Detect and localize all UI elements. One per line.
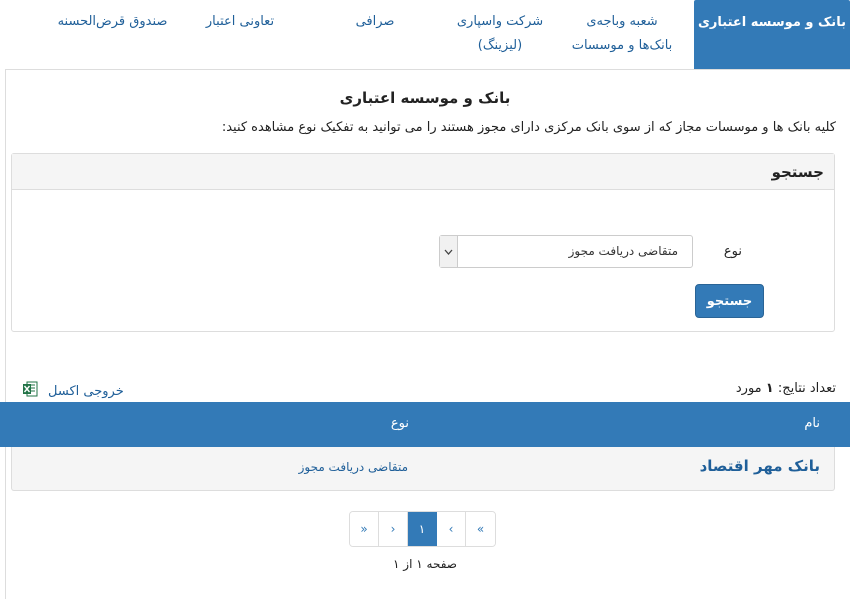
search-button[interactable]: جستجو <box>695 284 764 318</box>
tab-label: صرافی <box>355 14 395 29</box>
pagination-info: صفحه ۱ از ۱ <box>393 557 457 571</box>
type-label: نوع <box>723 244 742 259</box>
excel-export-link[interactable]: خروجی اکسل <box>22 381 124 401</box>
tab-exchange[interactable]: صرافی <box>340 0 410 69</box>
tab-label-line2: بانک‌ها و موسسات <box>571 38 673 53</box>
table-row: بانک مهر اقتصاد متقاضی دریافت مجوز <box>11 447 835 491</box>
search-panel-header: جستجو <box>12 154 834 190</box>
pagination-current-page[interactable]: ۱ <box>408 512 437 546</box>
pagination-prev-button[interactable]: ‹ <box>437 512 466 546</box>
result-count-label: تعداد نتایج: <box>777 381 836 396</box>
results-table-header: نام نوع <box>0 402 850 447</box>
type-select[interactable]: متقاضی دریافت مجوز <box>439 235 693 268</box>
pagination-next-button[interactable]: › <box>379 512 408 546</box>
tab-loan-fund[interactable]: صندوق قرض‌الحسنه <box>50 0 175 69</box>
pagination-first-button[interactable]: « <box>466 512 495 546</box>
tab-bar: بانک و موسسه اعتباری شعبه وباجه‌ی بانک‌ه… <box>0 0 850 69</box>
tab-label-line2: (لیزینگ) <box>477 38 523 53</box>
row-name-link[interactable]: بانک مهر اقتصاد <box>700 457 820 475</box>
tab-label: صندوق قرض‌الحسنه <box>57 14 168 29</box>
tab-leasing[interactable]: شرکت واسپاری (لیزینگ) <box>448 0 552 69</box>
result-count: تعداد نتایج: ۱ مورد <box>736 381 836 396</box>
page-description: کلیه بانک ها و موسسات مجاز که از سوی بان… <box>221 120 836 135</box>
pagination-last-button[interactable]: » <box>350 512 379 546</box>
tab-label: شعبه وباجه‌ی <box>586 14 658 29</box>
tab-label: تعاونی اعتبار <box>205 14 275 29</box>
pagination: » › ۱ ‹ « <box>349 511 496 547</box>
tab-branches[interactable]: شعبه وباجه‌ی بانک‌ها و موسسات <box>552 0 692 69</box>
row-type: متقاضی دریافت مجوز <box>298 460 408 474</box>
excel-export-label[interactable]: خروجی اکسل <box>48 384 124 399</box>
tab-label: شرکت واسپاری <box>456 14 544 29</box>
result-count-value: ۱ <box>765 381 774 396</box>
excel-icon[interactable] <box>22 381 38 401</box>
chevron-down-icon[interactable] <box>440 236 458 267</box>
page-title: بانک و موسسه اعتباری <box>339 89 511 107</box>
type-select-value: متقاضی دریافت مجوز <box>568 244 678 258</box>
column-header-type[interactable]: نوع <box>391 416 409 431</box>
search-panel: جستجو نوع متقاضی دریافت مجوز جستجو <box>11 153 835 332</box>
tab-label: بانک و موسسه اعتباری <box>698 15 846 30</box>
column-header-name[interactable]: نام <box>804 416 820 431</box>
result-count-unit: مورد <box>735 381 762 396</box>
tab-credit-cooperative[interactable]: تعاونی اعتبار <box>190 0 290 69</box>
tab-bank-credit-institution[interactable]: بانک و موسسه اعتباری <box>694 0 850 69</box>
